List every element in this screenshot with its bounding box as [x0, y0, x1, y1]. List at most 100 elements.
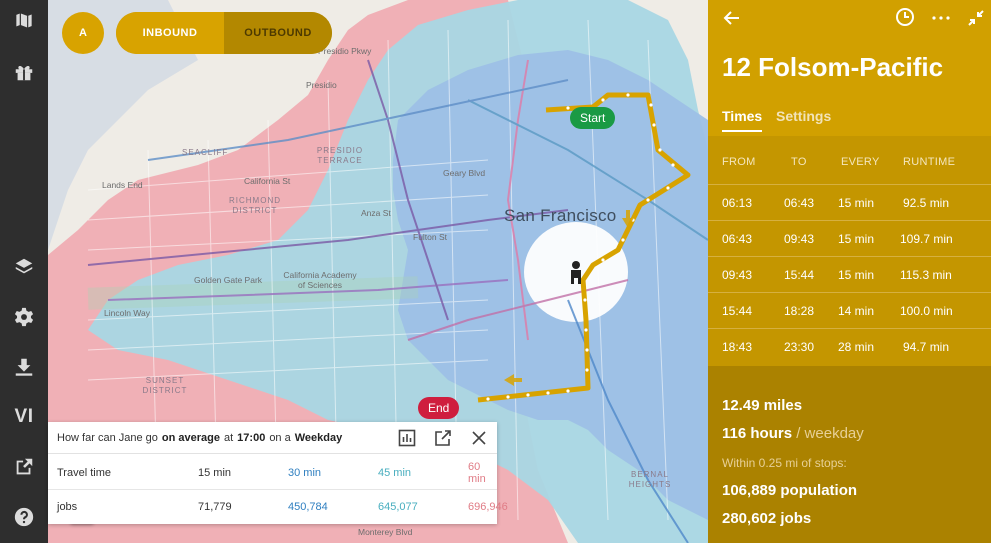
schedule-row[interactable]: 06:13 06:43 15 min 92.5 min	[708, 184, 991, 220]
row-runtime: 100.0 min	[900, 304, 953, 318]
schedule-row[interactable]: 18:43 23:30 28 min 94.7 min	[708, 328, 991, 364]
left-sidebar: VI	[0, 0, 48, 543]
jobs-60: 696,946	[468, 501, 508, 513]
row-to: 06:43	[784, 196, 815, 210]
outbound-button[interactable]: OUTBOUND	[224, 12, 332, 54]
external-link-icon	[16, 458, 33, 475]
fulton-st-label: Fulton St	[413, 232, 448, 242]
time-select[interactable]: 17:00	[237, 432, 265, 444]
map-button[interactable]	[0, 3, 48, 37]
history-button[interactable]	[895, 7, 915, 27]
population-stat: 106,889 population	[722, 482, 858, 499]
geary-blvd-label: Geary Blvd	[443, 168, 486, 178]
schedule-row[interactable]: 09:43 15:44 15 min 115.3 min	[708, 256, 991, 292]
route-hours: 116 hours / weekday	[722, 425, 864, 442]
gift-button[interactable]	[0, 55, 48, 89]
header-from: FROM	[722, 156, 756, 168]
settings-button[interactable]	[0, 300, 48, 334]
row-from: 15:44	[722, 304, 753, 318]
vi-button[interactable]: VI	[0, 400, 48, 434]
row-to: 23:30	[784, 340, 815, 354]
row-from: 18:43	[722, 340, 753, 354]
academy-label: California Academy of Sciences	[283, 270, 357, 290]
presidio-label: Presidio	[306, 80, 337, 90]
more-button[interactable]	[931, 8, 951, 28]
jobs-stat: 280,602 jobs	[722, 510, 812, 527]
time-30: 30 min	[288, 466, 322, 479]
travel-time-question: How far can Jane go on average at 17:00 …	[48, 422, 497, 454]
pattern-variant-button[interactable]: A	[62, 12, 104, 54]
chart-icon[interactable]	[397, 428, 417, 448]
row-every: 14 min	[838, 304, 875, 318]
arrow-left-icon	[723, 11, 739, 25]
jobs-select[interactable]: jobs	[57, 501, 77, 513]
golden-gate-park-label: Golden Gate Park	[194, 275, 263, 285]
download-icon	[15, 358, 33, 376]
question-text: How far can Jane go	[57, 431, 158, 444]
start-marker[interactable]: Start	[570, 107, 616, 129]
tab-times[interactable]: Times	[722, 108, 763, 132]
schedule-row[interactable]: 15:44 18:28 14 min 100.0 min	[708, 292, 991, 328]
row-every: 15 min	[838, 196, 875, 210]
travel-time-panel: How far can Jane go on average at 17:00 …	[48, 422, 508, 524]
seacliff-label: SEACLIFF	[182, 148, 229, 157]
anza-st-label: Anza St	[361, 208, 391, 218]
row-every: 28 min	[838, 340, 875, 354]
collapse-icon	[968, 10, 984, 26]
schedule-table: FROM TO EVERY RUNTIME 06:13 06:43 15 min…	[708, 136, 991, 366]
presidio-terrace-label: PRESIDIO TERRACE	[316, 146, 364, 165]
row-from: 06:13	[722, 196, 753, 210]
jobs-row: jobs 71,779 450,784 645,077 696,946	[48, 490, 508, 524]
row-runtime: 92.5 min	[903, 196, 950, 210]
direction-toggle: INBOUND OUTBOUND	[116, 12, 332, 54]
time-15: 15 min	[198, 466, 232, 479]
time-45: 45 min	[378, 466, 412, 479]
header-every: EVERY	[841, 156, 880, 168]
question-at: at	[223, 431, 234, 444]
row-from: 09:43	[722, 268, 753, 282]
inbound-button[interactable]: INBOUND	[116, 12, 224, 54]
more-icon	[932, 16, 950, 20]
help-button[interactable]	[0, 500, 48, 534]
external-link-button[interactable]	[0, 450, 48, 484]
sunset-district-label: SUNSET DISTRICT	[142, 376, 188, 395]
day-select[interactable]: Weekday	[295, 432, 343, 444]
map-icon	[15, 12, 33, 30]
header-to: TO	[791, 156, 807, 168]
header-runtime: RUNTIME	[903, 156, 956, 168]
lands-end-label: Lands End	[102, 180, 143, 190]
back-button[interactable]	[722, 8, 742, 28]
download-button[interactable]	[0, 350, 48, 384]
row-from: 06:43	[722, 232, 753, 246]
row-every: 15 min	[838, 232, 875, 246]
row-to: 15:44	[784, 268, 815, 282]
jobs-45: 645,077	[378, 501, 418, 513]
row-every: 15 min	[838, 268, 875, 282]
layers-icon	[15, 258, 33, 274]
jobs-15: 71,779	[198, 501, 232, 513]
travel-time-row: Travel time 15 min 30 min 45 min 60 min	[48, 456, 497, 490]
vi-icon: VI	[14, 406, 34, 427]
row-runtime: 115.3 min	[900, 268, 952, 282]
layers-button[interactable]	[0, 250, 48, 284]
close-icon[interactable]	[469, 428, 489, 448]
richmond-district-label: RICHMOND DISTRICT	[229, 196, 281, 215]
lincoln-way-label: Lincoln Way	[104, 308, 150, 318]
hours-value: 116 hours	[722, 425, 793, 442]
gear-icon	[14, 307, 34, 327]
bernal-heights-label: BERNAL HEIGHTS	[628, 470, 672, 489]
tab-settings[interactable]: Settings	[776, 108, 831, 124]
help-icon	[14, 507, 34, 527]
time-60: 60 min	[468, 460, 486, 485]
aggregation-select[interactable]: on average	[162, 432, 220, 444]
open-external-icon[interactable]	[433, 428, 453, 448]
clock-icon	[896, 8, 914, 26]
collapse-button[interactable]	[966, 8, 986, 28]
within-stops-label: Within 0.25 mi of stops:	[722, 456, 847, 470]
route-panel: 12 Folsom-Pacific Times Settings FROM TO…	[708, 0, 991, 543]
schedule-row[interactable]: 06:43 09:43 15 min 109.7 min	[708, 220, 991, 256]
hours-suffix: / weekday	[796, 425, 864, 442]
jobs-30: 450,784	[288, 501, 328, 513]
row-to: 09:43	[784, 232, 815, 246]
end-marker[interactable]: End	[418, 397, 460, 419]
